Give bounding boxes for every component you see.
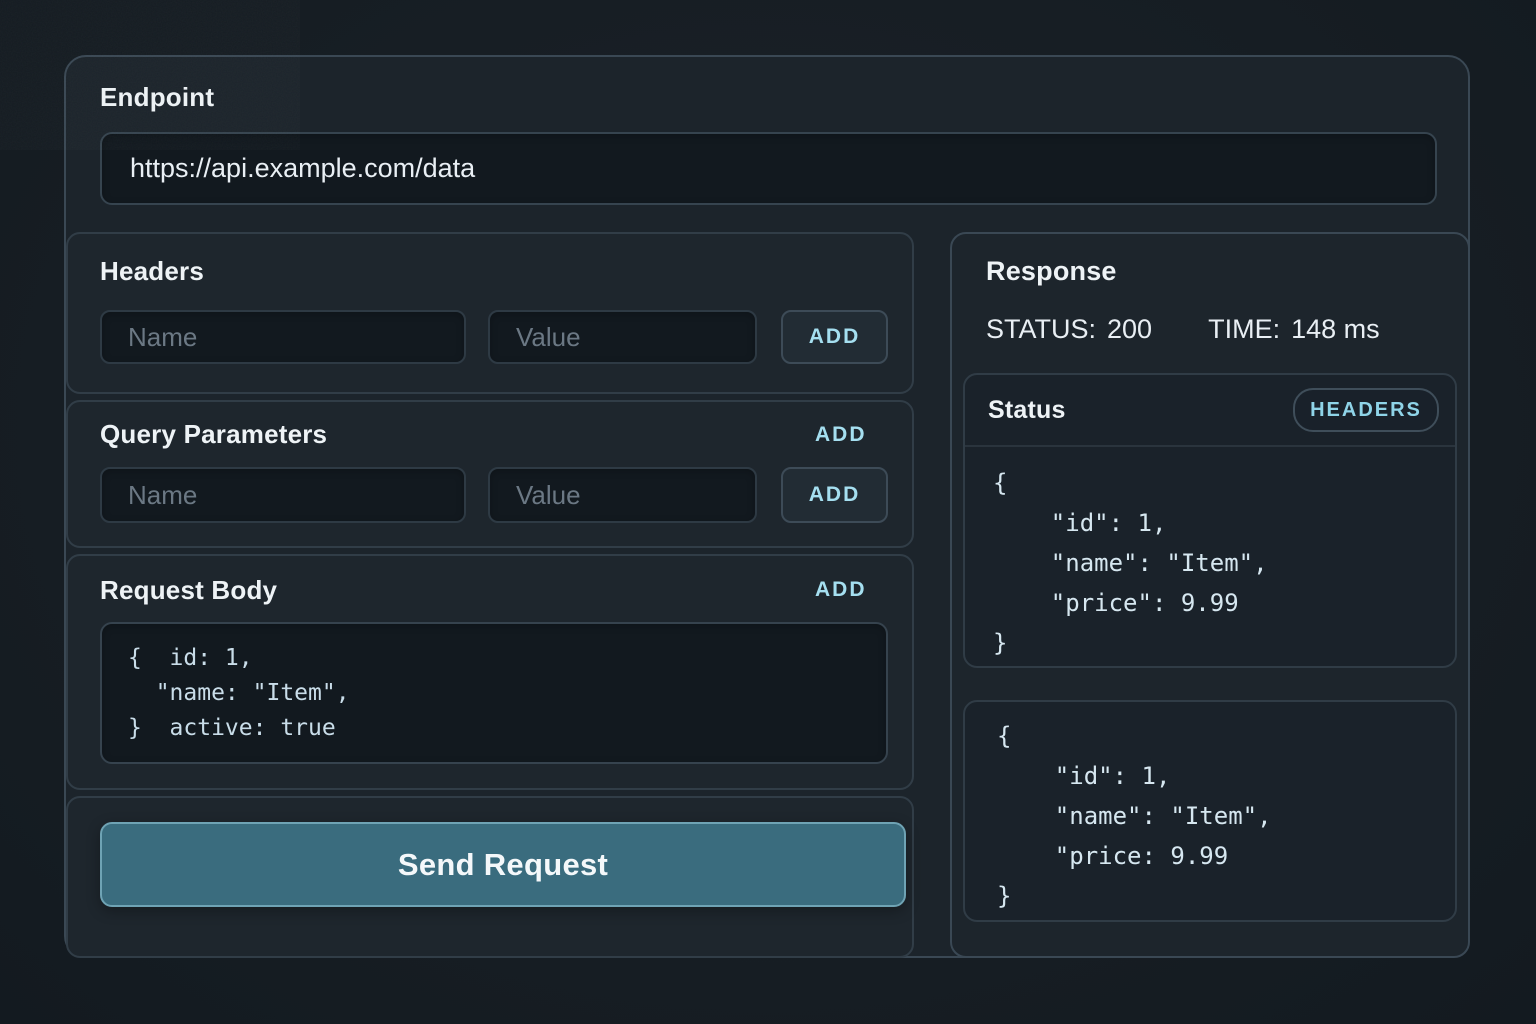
request-body-code: { id: 1, "name: "Item", } active: true [128, 641, 860, 746]
headers-title: Headers [100, 256, 204, 287]
query-params-title: Query Parameters [100, 419, 327, 450]
query-value-input[interactable] [488, 467, 757, 523]
send-request-button[interactable]: Send Request [100, 822, 906, 907]
request-body-title: Request Body [100, 575, 277, 606]
status-value: 200 [1107, 314, 1152, 345]
response-json-panel: { "id": 1, "name": "Item", "price: 9.99 … [963, 700, 1457, 922]
request-body-add-link[interactable]: ADD [815, 578, 867, 602]
time-value: 148 ms [1291, 314, 1380, 345]
endpoint-label: Endpoint [100, 82, 214, 113]
time-label: TIME: [1208, 314, 1280, 345]
response-status-row: STATUS: 200 TIME: 148 ms [986, 314, 1380, 345]
status-panel-header: Status HEADERS [965, 375, 1455, 447]
response-json-primary: { "id": 1, "name": "Item", "price": 9.99… [965, 447, 1455, 663]
query-add-link[interactable]: ADD [815, 423, 867, 447]
query-name-input[interactable] [100, 467, 466, 523]
endpoint-input[interactable] [100, 132, 1437, 205]
app-root: Endpoint Headers ADD Query Parameters AD… [0, 0, 1536, 1024]
response-json-secondary: { "id": 1, "name": "Item", "price: 9.99 … [965, 702, 1455, 916]
request-body-editor[interactable]: { id: 1, "name: "Item", } active: true [100, 622, 888, 764]
headers-add-button[interactable]: ADD [781, 310, 888, 364]
header-value-input[interactable] [488, 310, 757, 364]
response-headers-button[interactable]: HEADERS [1293, 388, 1439, 432]
header-name-input[interactable] [100, 310, 466, 364]
status-panel-title: Status [988, 396, 1066, 425]
response-status-panel: Status HEADERS { "id": 1, "name": "Item"… [963, 373, 1457, 668]
response-title: Response [986, 256, 1117, 287]
query-add-button[interactable]: ADD [781, 467, 888, 523]
status-label: STATUS: [986, 314, 1096, 345]
